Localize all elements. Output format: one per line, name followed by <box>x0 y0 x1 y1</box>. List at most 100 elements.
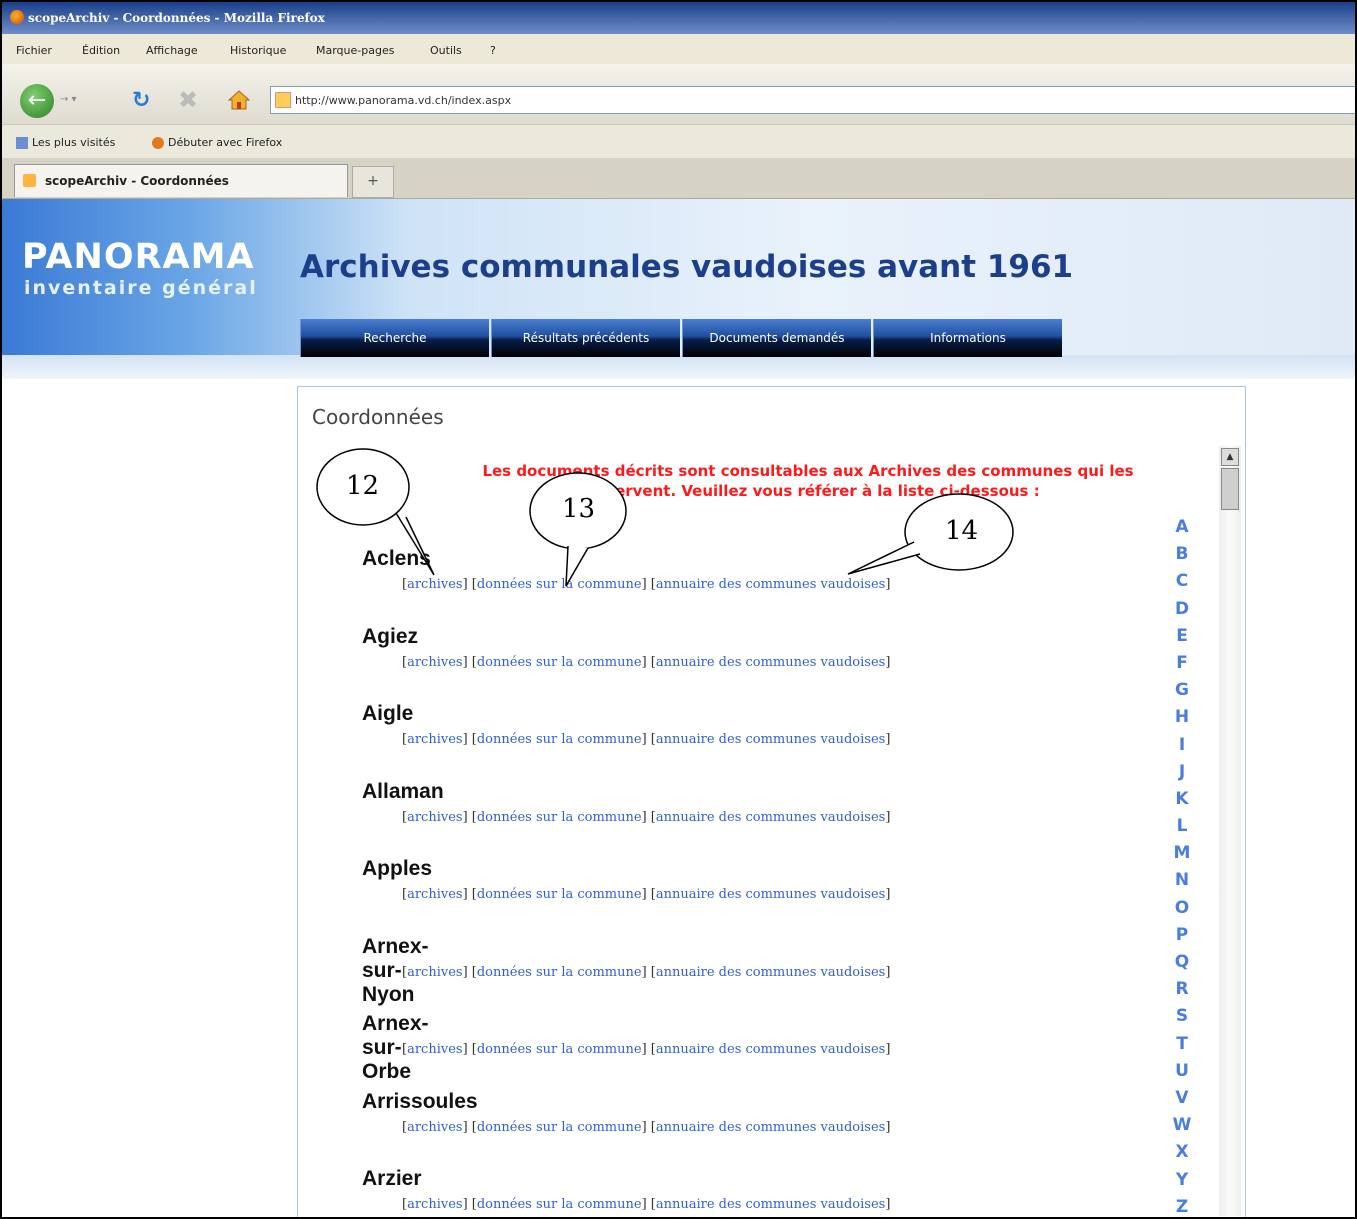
alphabet-letter-g[interactable]: G <box>1171 680 1193 707</box>
commune-name: Arrissoules <box>362 1089 478 1113</box>
commune-name: Arzier <box>362 1167 422 1190</box>
commune-name: Agiez <box>362 624 419 648</box>
alphabet-letter-h[interactable]: H <box>1171 707 1193 734</box>
alphabet-letter-n[interactable]: N <box>1171 870 1193 897</box>
nav-informations[interactable]: Informations <box>873 319 1062 357</box>
scroll-up-icon[interactable]: ▲ <box>1221 448 1239 466</box>
alphabet-letter-r[interactable]: R <box>1171 979 1193 1006</box>
alphabet-letter-w[interactable]: W <box>1171 1115 1193 1142</box>
reload-icon[interactable]: ↻ <box>132 88 150 113</box>
annuaire-communes-link[interactable]: annuaire des communes vaudoises <box>656 887 885 902</box>
nav-resultats-precedents[interactable]: Résultats précédents <box>491 319 680 357</box>
commune-name: Aigle <box>362 702 414 725</box>
alphabet-letter-b[interactable]: B <box>1171 544 1193 571</box>
tab-coordonnees[interactable]: scopeArchiv - Coordonnées <box>14 164 348 197</box>
callout-14: 14 <box>844 493 1024 588</box>
tab-bar: scopeArchiv - Coordonnées + <box>2 158 1355 199</box>
alphabet-letter-m[interactable]: M <box>1171 843 1193 870</box>
alphabet-letter-k[interactable]: K <box>1171 789 1193 816</box>
menu-bar: Fichier Édition Affichage Historique Mar… <box>2 34 1355 64</box>
menu-fichier[interactable]: Fichier <box>16 44 52 57</box>
archives-link[interactable]: archives <box>407 810 463 825</box>
callout-number: 12 <box>346 471 380 501</box>
archives-link[interactable]: archives <box>407 1042 463 1057</box>
donnees-commune-link[interactable]: données sur la commune <box>477 655 642 670</box>
archives-link[interactable]: archives <box>407 732 463 747</box>
alphabet-letter-o[interactable]: O <box>1171 898 1193 925</box>
bookmark-most-visited[interactable]: Les plus visités <box>16 136 115 149</box>
scrollbar-thumb[interactable] <box>1221 468 1239 510</box>
menu-historique[interactable]: Historique <box>230 44 286 57</box>
menu-outils[interactable]: Outils <box>430 44 462 57</box>
address-bar[interactable] <box>270 86 1355 114</box>
annuaire-communes-link[interactable]: annuaire des communes vaudoises <box>656 810 885 825</box>
bookmark-getting-started[interactable]: Débuter avec Firefox <box>152 136 282 149</box>
commune-name: Apples <box>362 857 433 880</box>
menu-edition[interactable]: Édition <box>82 44 120 57</box>
back-arrow-icon[interactable]: ← <box>20 84 54 118</box>
nav-documents-demandes[interactable]: Documents demandés <box>682 319 871 357</box>
annuaire-communes-link[interactable]: annuaire des communes vaudoises <box>656 1197 885 1212</box>
alphabet-letter-f[interactable]: F <box>1171 653 1193 680</box>
donnees-commune-link[interactable]: données sur la commune <box>477 887 642 902</box>
archives-link[interactable]: archives <box>407 1120 463 1135</box>
alphabet-letter-t[interactable]: T <box>1171 1034 1193 1061</box>
annuaire-communes-link[interactable]: annuaire des communes vaudoises <box>656 965 885 980</box>
alphabet-letter-x[interactable]: X <box>1171 1142 1193 1169</box>
alphabet-letter-p[interactable]: P <box>1171 925 1193 952</box>
donnees-commune-link[interactable]: données sur la commune <box>477 1120 642 1135</box>
site-logo-subtitle: inventaire général <box>24 277 258 299</box>
commune-links: [archives] [données sur la commune] [ann… <box>402 809 891 825</box>
alphabet-letter-y[interactable]: Y <box>1171 1170 1193 1197</box>
alphabet-letter-a[interactable]: A <box>1171 517 1193 544</box>
donnees-commune-link[interactable]: données sur la commune <box>477 810 642 825</box>
firefox-icon <box>10 10 24 24</box>
alphabet-letter-c[interactable]: C <box>1171 571 1193 598</box>
alphabet-letter-l[interactable]: L <box>1171 816 1193 843</box>
annuaire-communes-link[interactable]: annuaire des communes vaudoises <box>656 732 885 747</box>
site-logo-title[interactable]: PANORAMA <box>22 237 255 277</box>
alphabet-letter-d[interactable]: D <box>1171 599 1193 626</box>
alphabet-letter-e[interactable]: E <box>1171 626 1193 653</box>
archives-link[interactable]: archives <box>407 655 463 670</box>
forward-arrow-icon[interactable]: → ▾ <box>60 94 100 110</box>
donnees-commune-link[interactable]: données sur la commune <box>477 965 642 980</box>
menu-help[interactable]: ? <box>490 44 496 57</box>
bookmark-label: Débuter avec Firefox <box>168 136 283 149</box>
new-tab-button[interactable]: + <box>352 166 394 198</box>
site-nav: Recherche Résultats précédents Documents… <box>300 319 1064 357</box>
menu-marque-pages[interactable]: Marque-pages <box>316 44 394 57</box>
commune-links: [archives] [données sur la commune] [ann… <box>402 1042 891 1057</box>
annuaire-communes-link[interactable]: annuaire des communes vaudoises <box>656 655 885 670</box>
annuaire-communes-link[interactable]: annuaire des communes vaudoises <box>656 1042 885 1057</box>
annuaire-communes-link[interactable]: annuaire des communes vaudoises <box>656 1120 885 1135</box>
alphabet-letter-s[interactable]: S <box>1171 1006 1193 1033</box>
commune-name: Allaman <box>362 779 444 803</box>
scrollbar[interactable]: ▲ <box>1219 446 1241 1216</box>
firefox-bookmark-icon <box>152 136 164 149</box>
menu-affichage[interactable]: Affichage <box>146 44 198 57</box>
commune-links: [archives] [données sur la commune] [ann… <box>402 1119 891 1135</box>
archives-link[interactable]: archives <box>407 965 463 980</box>
tab-label: scopeArchiv - Coordonnées <box>45 174 229 188</box>
donnees-commune-link[interactable]: données sur la commune <box>477 1197 642 1212</box>
nav-recherche[interactable]: Recherche <box>300 319 489 357</box>
archives-link[interactable]: archives <box>407 887 463 902</box>
home-icon[interactable] <box>227 90 251 110</box>
alphabet-letter-z[interactable]: Z <box>1171 1197 1193 1217</box>
section-title: Coordonnées <box>312 405 444 429</box>
archives-link[interactable]: archives <box>407 1197 463 1212</box>
url-input[interactable] <box>293 89 1197 111</box>
alphabet-letter-v[interactable]: V <box>1171 1088 1193 1115</box>
donnees-commune-link[interactable]: données sur la commune <box>477 1042 642 1057</box>
alphabet-letter-i[interactable]: I <box>1171 735 1193 762</box>
alphabet-letter-q[interactable]: Q <box>1171 952 1193 979</box>
alphabet-letter-u[interactable]: U <box>1171 1061 1193 1088</box>
donnees-commune-link[interactable]: données sur la commune <box>477 732 642 747</box>
alphabet-letter-j[interactable]: J <box>1171 762 1193 789</box>
stop-icon[interactable]: ✖ <box>178 86 198 114</box>
commune-links: [archives] [données sur la commune] [ann… <box>402 964 891 980</box>
callout-13: 13 <box>529 472 640 596</box>
site-favicon-icon <box>275 92 291 108</box>
bookmarks-toolbar: Les plus visités Débuter avec Firefox <box>2 124 1355 159</box>
